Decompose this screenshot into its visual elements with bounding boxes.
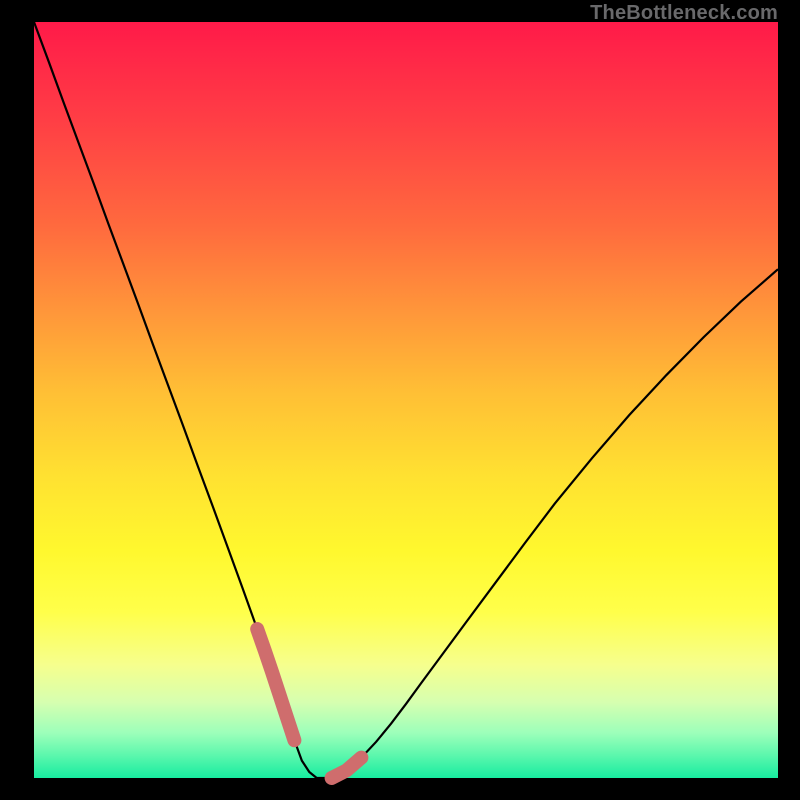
highlight-left (257, 629, 294, 740)
chart-frame: TheBottleneck.com (0, 0, 800, 800)
bottleneck-curve (34, 22, 778, 778)
curve-layer (34, 22, 778, 778)
watermark-text: TheBottleneck.com (590, 2, 778, 25)
highlight-right (332, 758, 362, 778)
